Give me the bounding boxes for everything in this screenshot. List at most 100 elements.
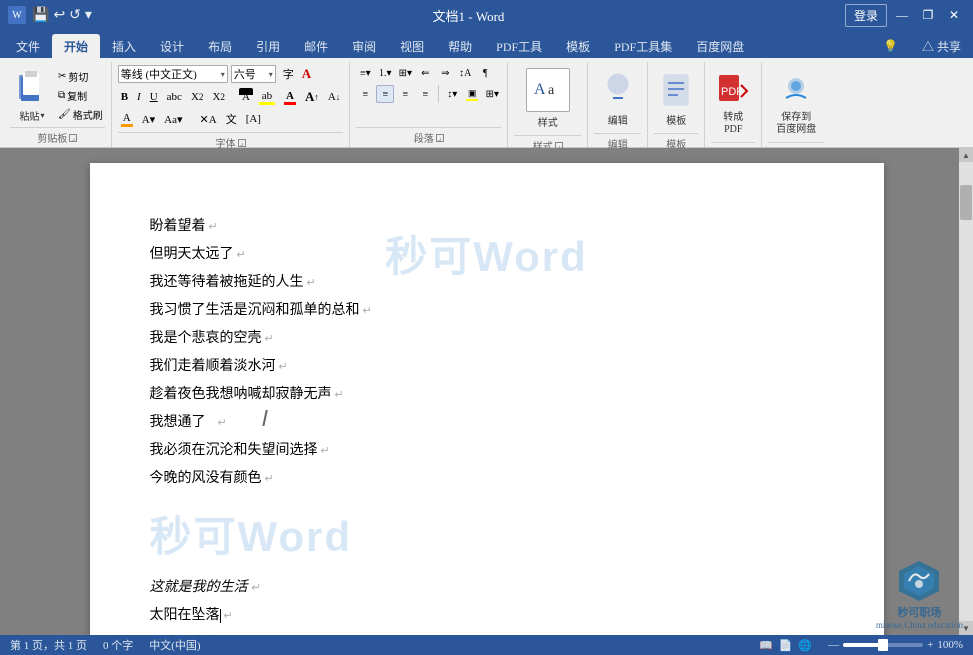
- align-left-button[interactable]: ≡: [356, 85, 374, 103]
- redo-icon[interactable]: ↺: [69, 7, 81, 24]
- font-row2: B I U abc X2 X2 A ab A: [118, 88, 344, 106]
- save-baidu-button[interactable]: 保存到百度网盘: [772, 64, 820, 140]
- tab-design[interactable]: 设计: [148, 34, 196, 58]
- text-effect-button[interactable]: A: [239, 88, 253, 106]
- document-content: 盼着望着 但明天太远了 我还等待着被拖延的人生 我习惯了生活是沉闷和孤单的总和 …: [150, 203, 824, 635]
- print-view-btn[interactable]: 📄: [779, 639, 793, 652]
- highlight-color-button[interactable]: ab: [256, 88, 278, 106]
- format-painter-button[interactable]: 🖌 格式刷: [56, 106, 105, 123]
- border-button[interactable]: ⊞▾: [483, 85, 501, 103]
- clear-format-button[interactable]: ✕A: [197, 110, 220, 128]
- ribbon-tabs: 文件 开始 插入 设计 布局 引用 邮件 审阅 视图 帮助 PDF工具 模板 P…: [0, 30, 973, 58]
- copy-button[interactable]: ⧉ 复制: [56, 87, 105, 104]
- scroll-up-button[interactable]: ▲: [959, 148, 973, 162]
- align-center-button[interactable]: ≡: [376, 85, 394, 103]
- clear-format-icon: ✕A: [200, 113, 217, 126]
- line-2: 但明天太远了: [150, 241, 824, 269]
- customize-icon[interactable]: ▾: [85, 7, 92, 24]
- sort-button[interactable]: ↕A: [456, 64, 474, 82]
- convert-button[interactable]: PDF 转成PDF: [711, 64, 755, 140]
- line-spacing-button[interactable]: ↕▾: [443, 85, 461, 103]
- justify-button[interactable]: ≡: [416, 85, 434, 103]
- read-view-btn[interactable]: 📖: [759, 639, 773, 652]
- font-size-down-btn[interactable]: A ↓: [325, 88, 343, 106]
- tab-file[interactable]: 文件: [4, 34, 52, 58]
- bold-button[interactable]: B: [118, 88, 131, 106]
- undo-icon[interactable]: ↩: [53, 7, 65, 24]
- zoom-in-btn[interactable]: +: [927, 639, 933, 651]
- tab-baidu-drive[interactable]: 百度网盘: [684, 34, 756, 58]
- tab-insert[interactable]: 插入: [100, 34, 148, 58]
- list-multilevel-button[interactable]: ⊞▾: [396, 64, 414, 82]
- tab-layout[interactable]: 布局: [196, 34, 244, 58]
- decrease-indent-button[interactable]: ⇐: [416, 64, 434, 82]
- tab-home[interactable]: 开始: [52, 34, 100, 58]
- font-size-increase-btn[interactable]: A: [299, 65, 314, 83]
- shading-color-bar: [466, 99, 478, 101]
- highlight-letter: ab: [262, 90, 272, 102]
- font-size-display[interactable]: Aa▾: [161, 110, 185, 128]
- underline-button[interactable]: U: [147, 88, 161, 106]
- superscript-button[interactable]: X2: [209, 88, 228, 106]
- page-container[interactable]: 秒可Word 盼着望着 但明天太远了 我还等待着被拖延的人生 我习惯了生活是沉闷…: [0, 148, 973, 635]
- save-quick-icon[interactable]: 💾: [32, 7, 49, 24]
- tab-review[interactable]: 审阅: [340, 34, 388, 58]
- tab-references[interactable]: 引用: [244, 34, 292, 58]
- document-page[interactable]: 秒可Word 盼着望着 但明天太远了 我还等待着被拖延的人生 我习惯了生活是沉闷…: [90, 163, 884, 635]
- font-size-up-btn2[interactable]: A ↑: [302, 88, 322, 106]
- font-color2-button[interactable]: A: [118, 110, 136, 128]
- subscript-button[interactable]: X2: [188, 88, 207, 106]
- template-button[interactable]: 模板: [654, 64, 698, 131]
- scroll-track[interactable]: [959, 162, 973, 621]
- zoom-out-btn[interactable]: —: [828, 639, 839, 651]
- font-color-letter: A: [286, 90, 294, 102]
- tab-pdf-toolset[interactable]: PDF工具集: [602, 34, 684, 58]
- brand-watermark: 秒可职场 miaoке.China education: [876, 556, 963, 630]
- tab-template[interactable]: 模板: [554, 34, 602, 58]
- tab-help-icon[interactable]: 💡: [871, 34, 910, 58]
- list-number-button[interactable]: 1.▾: [376, 64, 394, 82]
- tab-view[interactable]: 视图: [388, 34, 436, 58]
- content-area: 秒可Word 盼着望着 但明天太远了 我还等待着被拖延的人生 我习惯了生活是沉闷…: [0, 148, 973, 635]
- increase-indent-button[interactable]: ⇒: [436, 64, 454, 82]
- font-row1: 等线 (中文正文) ▾ 六号 ▾ 字 A: [118, 64, 314, 84]
- char-count-btn[interactable]: 字: [279, 64, 298, 84]
- strikethrough-button[interactable]: abc: [164, 88, 185, 106]
- web-view-btn[interactable]: 🌐: [798, 639, 812, 652]
- styles-button[interactable]: A a 样式: [522, 64, 574, 133]
- clipboard-expand-icon[interactable]: ⌟: [69, 134, 77, 142]
- close-button[interactable]: ✕: [943, 5, 965, 25]
- word-count: 0 个字: [103, 637, 133, 653]
- zoom-handle[interactable]: [878, 639, 888, 651]
- align-right-button[interactable]: ≡: [396, 85, 414, 103]
- titlebar: W 💾 ↩ ↺ ▾ 文档1 - Word 登录 — ❐ ✕: [0, 0, 973, 30]
- list-bullet-button[interactable]: ≡▾: [356, 64, 374, 82]
- restore-button[interactable]: ❐: [917, 5, 939, 25]
- cut-button[interactable]: ✂ 剪切: [56, 68, 105, 85]
- highlight-wrap: ab: [259, 90, 275, 105]
- tab-mailings[interactable]: 邮件: [292, 34, 340, 58]
- scroll-thumb[interactable]: [960, 185, 972, 220]
- paragraph-expand-icon[interactable]: ⌟: [436, 134, 444, 142]
- tab-share[interactable]: △ 共享: [910, 34, 973, 58]
- phonetic-guide-btn[interactable]: 文: [223, 110, 240, 128]
- font-size-dropdown[interactable]: 六号 ▾: [231, 65, 276, 83]
- paste-button[interactable]: 粘贴 ▾: [10, 64, 54, 125]
- font-color-button[interactable]: A: [281, 88, 299, 106]
- italic-button[interactable]: I: [134, 88, 144, 106]
- tab-pdf-tools[interactable]: PDF工具: [484, 34, 554, 58]
- signin-button[interactable]: 登录: [845, 4, 887, 27]
- font-expand-icon[interactable]: ⌟: [238, 139, 246, 147]
- tab-help[interactable]: 帮助: [436, 34, 484, 58]
- shading-button[interactable]: ▣: [463, 85, 481, 103]
- minimize-button[interactable]: —: [891, 5, 913, 25]
- edit-button[interactable]: 编辑: [596, 64, 640, 131]
- zoom-slider[interactable]: [843, 643, 923, 647]
- show-formatting-button[interactable]: ¶: [476, 64, 494, 82]
- template-content: 模板: [654, 64, 698, 131]
- char-border-btn[interactable]: [A]: [243, 110, 264, 128]
- text-color2-button[interactable]: A▾: [139, 110, 158, 128]
- font-name-dropdown[interactable]: 等线 (中文正文) ▾: [118, 65, 228, 83]
- line-4: 我习惯了生活是沉闷和孤单的总和: [150, 297, 824, 325]
- convert-content: PDF 转成PDF: [711, 64, 755, 140]
